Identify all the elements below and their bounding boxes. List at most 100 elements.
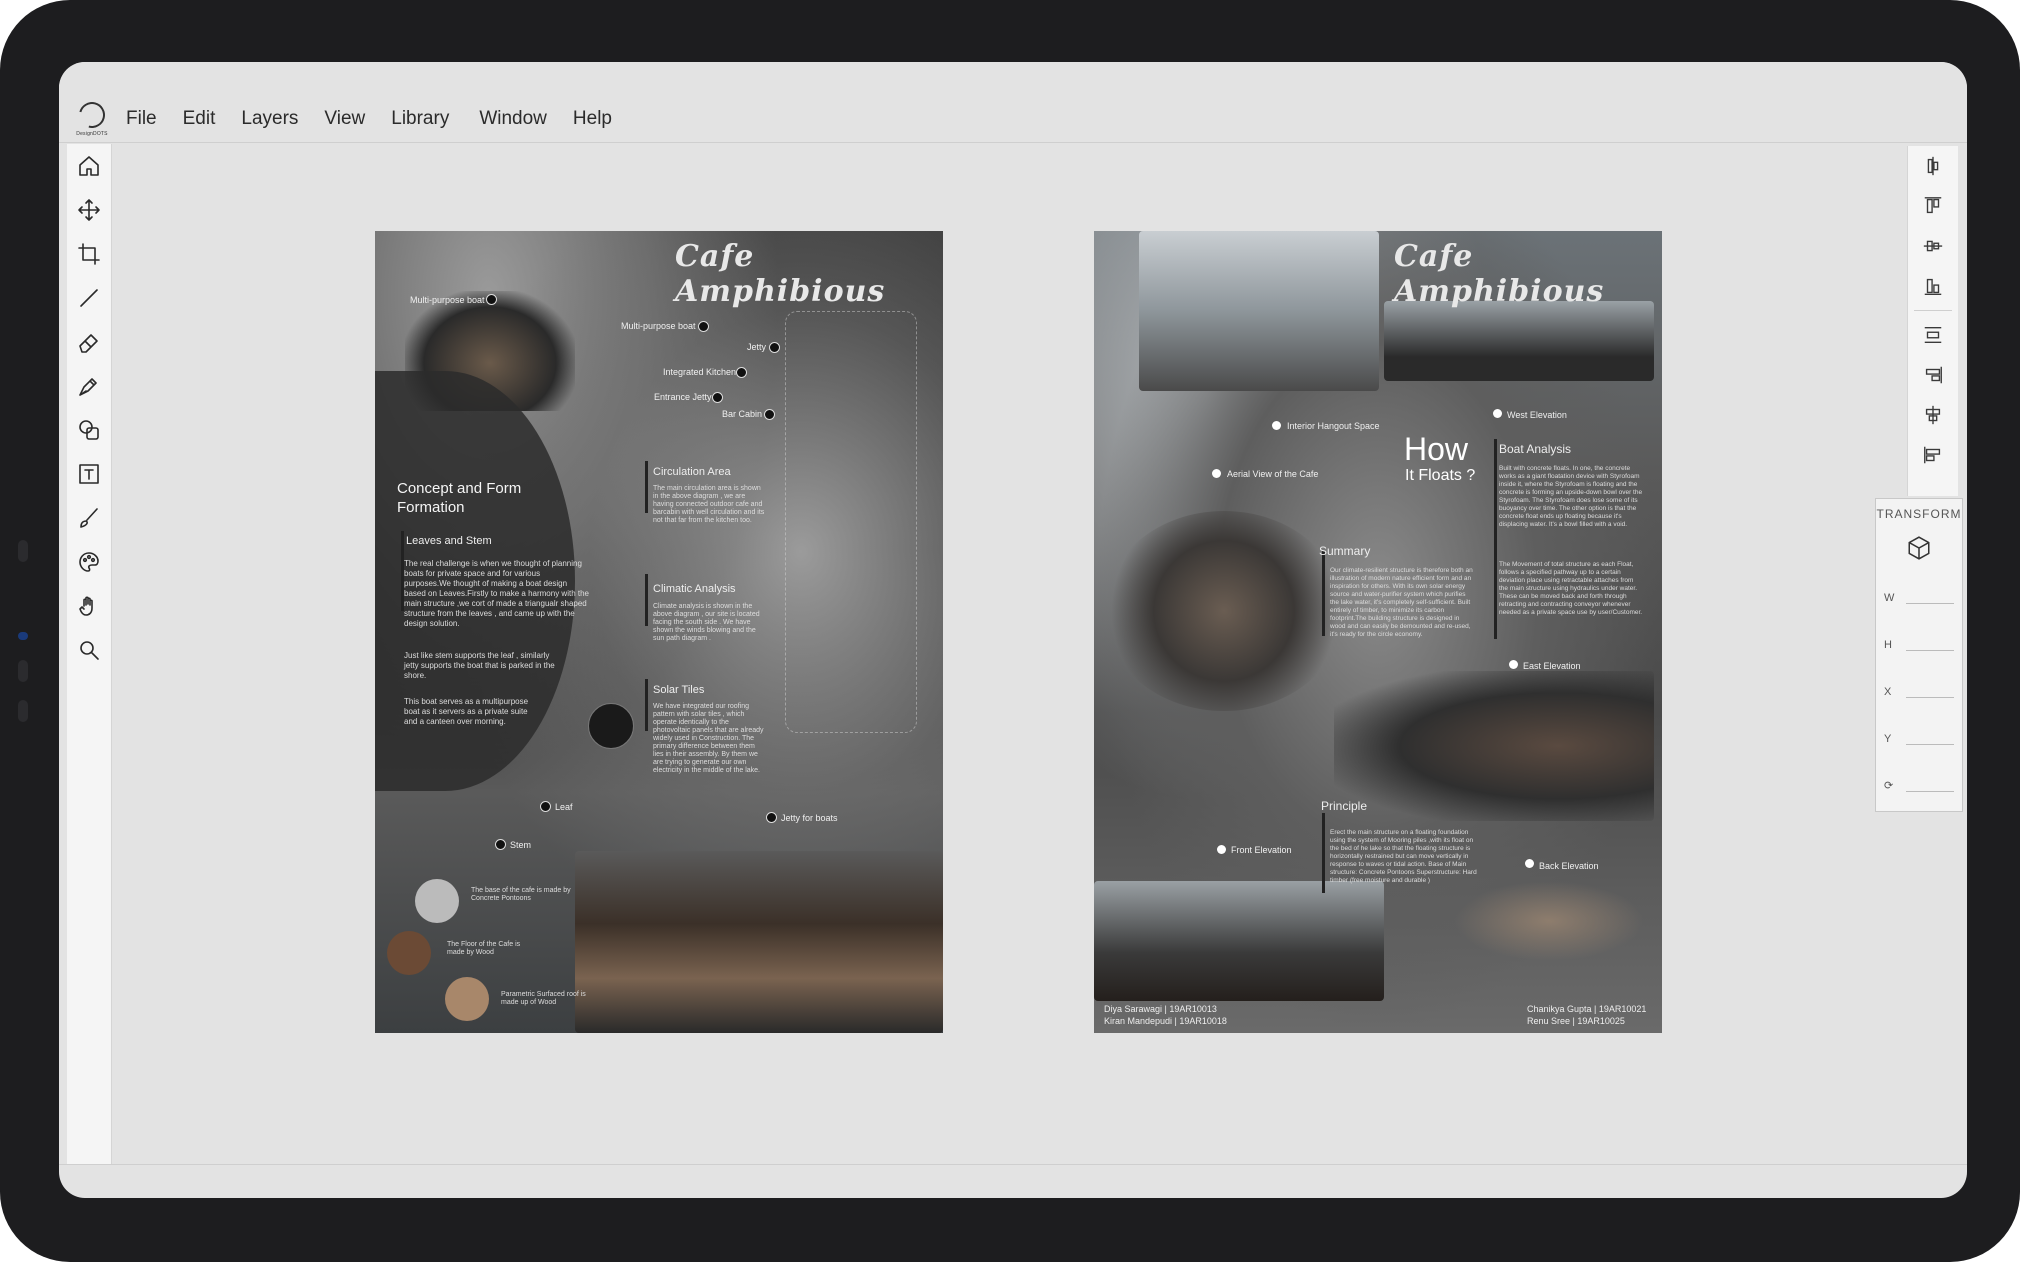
section-bar xyxy=(1494,439,1497,639)
menu-library[interactable]: Library xyxy=(391,108,449,130)
summary-text: Our climate-resilient structure is there… xyxy=(1330,567,1473,638)
text-icon[interactable] xyxy=(67,452,111,496)
line-icon[interactable] xyxy=(67,276,111,320)
tablet-frame: DesignDOTS File Edit Layers View Library… xyxy=(0,0,2020,1262)
align-vertical-center-icon[interactable] xyxy=(1908,146,1958,186)
move-icon[interactable] xyxy=(67,188,111,232)
principle-text: Erect the main structure on a floating f… xyxy=(1330,829,1477,884)
aerial-render xyxy=(1104,511,1344,711)
logo-icon xyxy=(74,97,110,133)
eraser-icon[interactable] xyxy=(67,320,111,364)
align-right-icon[interactable] xyxy=(1908,355,1958,395)
width-input[interactable] xyxy=(1906,603,1954,604)
label-back: Back Elevation xyxy=(1539,861,1599,871)
label-aerial: Aerial View of the Cafe xyxy=(1227,469,1319,479)
structure-diagram xyxy=(785,311,917,733)
leaves-title: Leaves and Stem xyxy=(406,535,492,547)
status-divider xyxy=(59,1164,1967,1165)
transform-title: TRANSFORM xyxy=(1876,507,1962,521)
label-east: East Elevation xyxy=(1523,661,1581,671)
marker-dot xyxy=(764,409,775,420)
roof-swatch xyxy=(445,977,489,1021)
marker-dot xyxy=(1525,859,1534,868)
color-palette-icon[interactable] xyxy=(67,540,111,584)
section-bar xyxy=(1322,813,1325,893)
circulation-title: Circulation Area xyxy=(653,466,731,478)
width-field[interactable]: W xyxy=(1876,569,1962,616)
marker-dot xyxy=(540,801,551,812)
material-text-2: The Floor of the Cafe is made by Wood xyxy=(447,941,521,956)
side-button xyxy=(18,660,28,682)
camera-indicator xyxy=(18,632,28,640)
marker-dot xyxy=(698,321,709,332)
poster-left[interactable]: Cafe Amphibious Multi-purpose boat Multi… xyxy=(375,231,943,1033)
zoom-icon[interactable] xyxy=(67,628,111,672)
align-bottom-icon[interactable] xyxy=(1908,266,1958,306)
align-middle-icon[interactable] xyxy=(1908,226,1958,266)
distribute-horizontal-icon[interactable] xyxy=(1908,315,1958,355)
app-screen: DesignDOTS File Edit Layers View Library… xyxy=(59,62,1967,1198)
label-entrance: Entrance Jetty xyxy=(654,392,712,402)
x-field[interactable]: X xyxy=(1876,663,1962,710)
solar-title: Solar Tiles xyxy=(653,684,705,696)
height-label: H xyxy=(1884,639,1892,651)
crop-icon[interactable] xyxy=(67,232,111,276)
home-icon[interactable] xyxy=(67,144,111,188)
west-elevation-render xyxy=(1384,301,1654,381)
east-elevation-render xyxy=(1334,671,1654,821)
marker-dot xyxy=(769,342,780,353)
align-center-icon[interactable] xyxy=(1908,395,1958,435)
menu-edit[interactable]: Edit xyxy=(183,108,216,130)
credit-line: Renu Sree | 19AR10025 xyxy=(1527,1016,1625,1026)
label-multi-boat: Multi-purpose boat xyxy=(621,321,696,331)
side-button xyxy=(18,540,28,562)
poster-title: Cafe Amphibious xyxy=(1394,239,1605,309)
y-input[interactable] xyxy=(1906,744,1954,745)
menu-window[interactable]: Window xyxy=(479,108,547,130)
menu-file[interactable]: File xyxy=(126,108,157,130)
rotate-icon: ⟳ xyxy=(1884,780,1894,792)
climatic-title: Climatic Analysis xyxy=(653,583,736,595)
shapes-icon[interactable] xyxy=(67,408,111,452)
back-elevation-render xyxy=(1454,881,1644,961)
poster-right[interactable]: Cafe Amphibious Interior Hangout Space W… xyxy=(1094,231,1662,1033)
label-jetty: Jetty xyxy=(747,342,767,352)
solar-text: We have integrated our roofing pattern w… xyxy=(653,703,764,774)
height-field[interactable]: H xyxy=(1876,616,1962,663)
label-west: West Elevation xyxy=(1507,410,1567,420)
height-input[interactable] xyxy=(1906,650,1954,651)
credit-line: Diya Sarawagi | 19AR10013 xyxy=(1104,1004,1217,1014)
align-top-icon[interactable] xyxy=(1908,186,1958,226)
x-input[interactable] xyxy=(1906,697,1954,698)
marker-dot xyxy=(766,812,777,823)
marker-dot xyxy=(1272,421,1281,430)
menu-view[interactable]: View xyxy=(324,108,365,130)
align-panel xyxy=(1907,146,1958,496)
align-left-icon[interactable] xyxy=(1908,435,1958,475)
rotation-field[interactable]: ⟳ xyxy=(1876,757,1962,804)
brush-icon[interactable] xyxy=(67,496,111,540)
menu-layers[interactable]: Layers xyxy=(241,108,298,130)
pen-icon[interactable] xyxy=(67,364,111,408)
label-front: Front Elevation xyxy=(1231,845,1292,855)
label-stem: Stem xyxy=(510,840,532,850)
marker-dot xyxy=(495,839,506,850)
marker-dot xyxy=(1217,845,1226,854)
y-field[interactable]: Y xyxy=(1876,710,1962,757)
cube-icon[interactable] xyxy=(1906,535,1932,561)
boat-analysis-title: Boat Analysis xyxy=(1499,442,1572,456)
wood-swatch xyxy=(387,931,431,975)
principle-title: Principle xyxy=(1321,799,1368,813)
app-logo[interactable]: DesignDOTS xyxy=(73,97,111,142)
marker-dot xyxy=(736,367,747,378)
rotation-input[interactable] xyxy=(1906,791,1954,792)
x-label: X xyxy=(1884,686,1892,698)
menu-help[interactable]: Help xyxy=(573,108,612,130)
hand-icon[interactable] xyxy=(67,584,111,628)
logo-text: DesignDOTS xyxy=(76,131,108,137)
cafe-render xyxy=(575,851,943,1033)
side-button xyxy=(18,700,28,722)
circulation-text: The main circulation area is shown in th… xyxy=(653,485,765,524)
section-bar xyxy=(1322,551,1325,636)
credit-line: Kiran Mandepudi | 19AR10018 xyxy=(1104,1016,1227,1026)
